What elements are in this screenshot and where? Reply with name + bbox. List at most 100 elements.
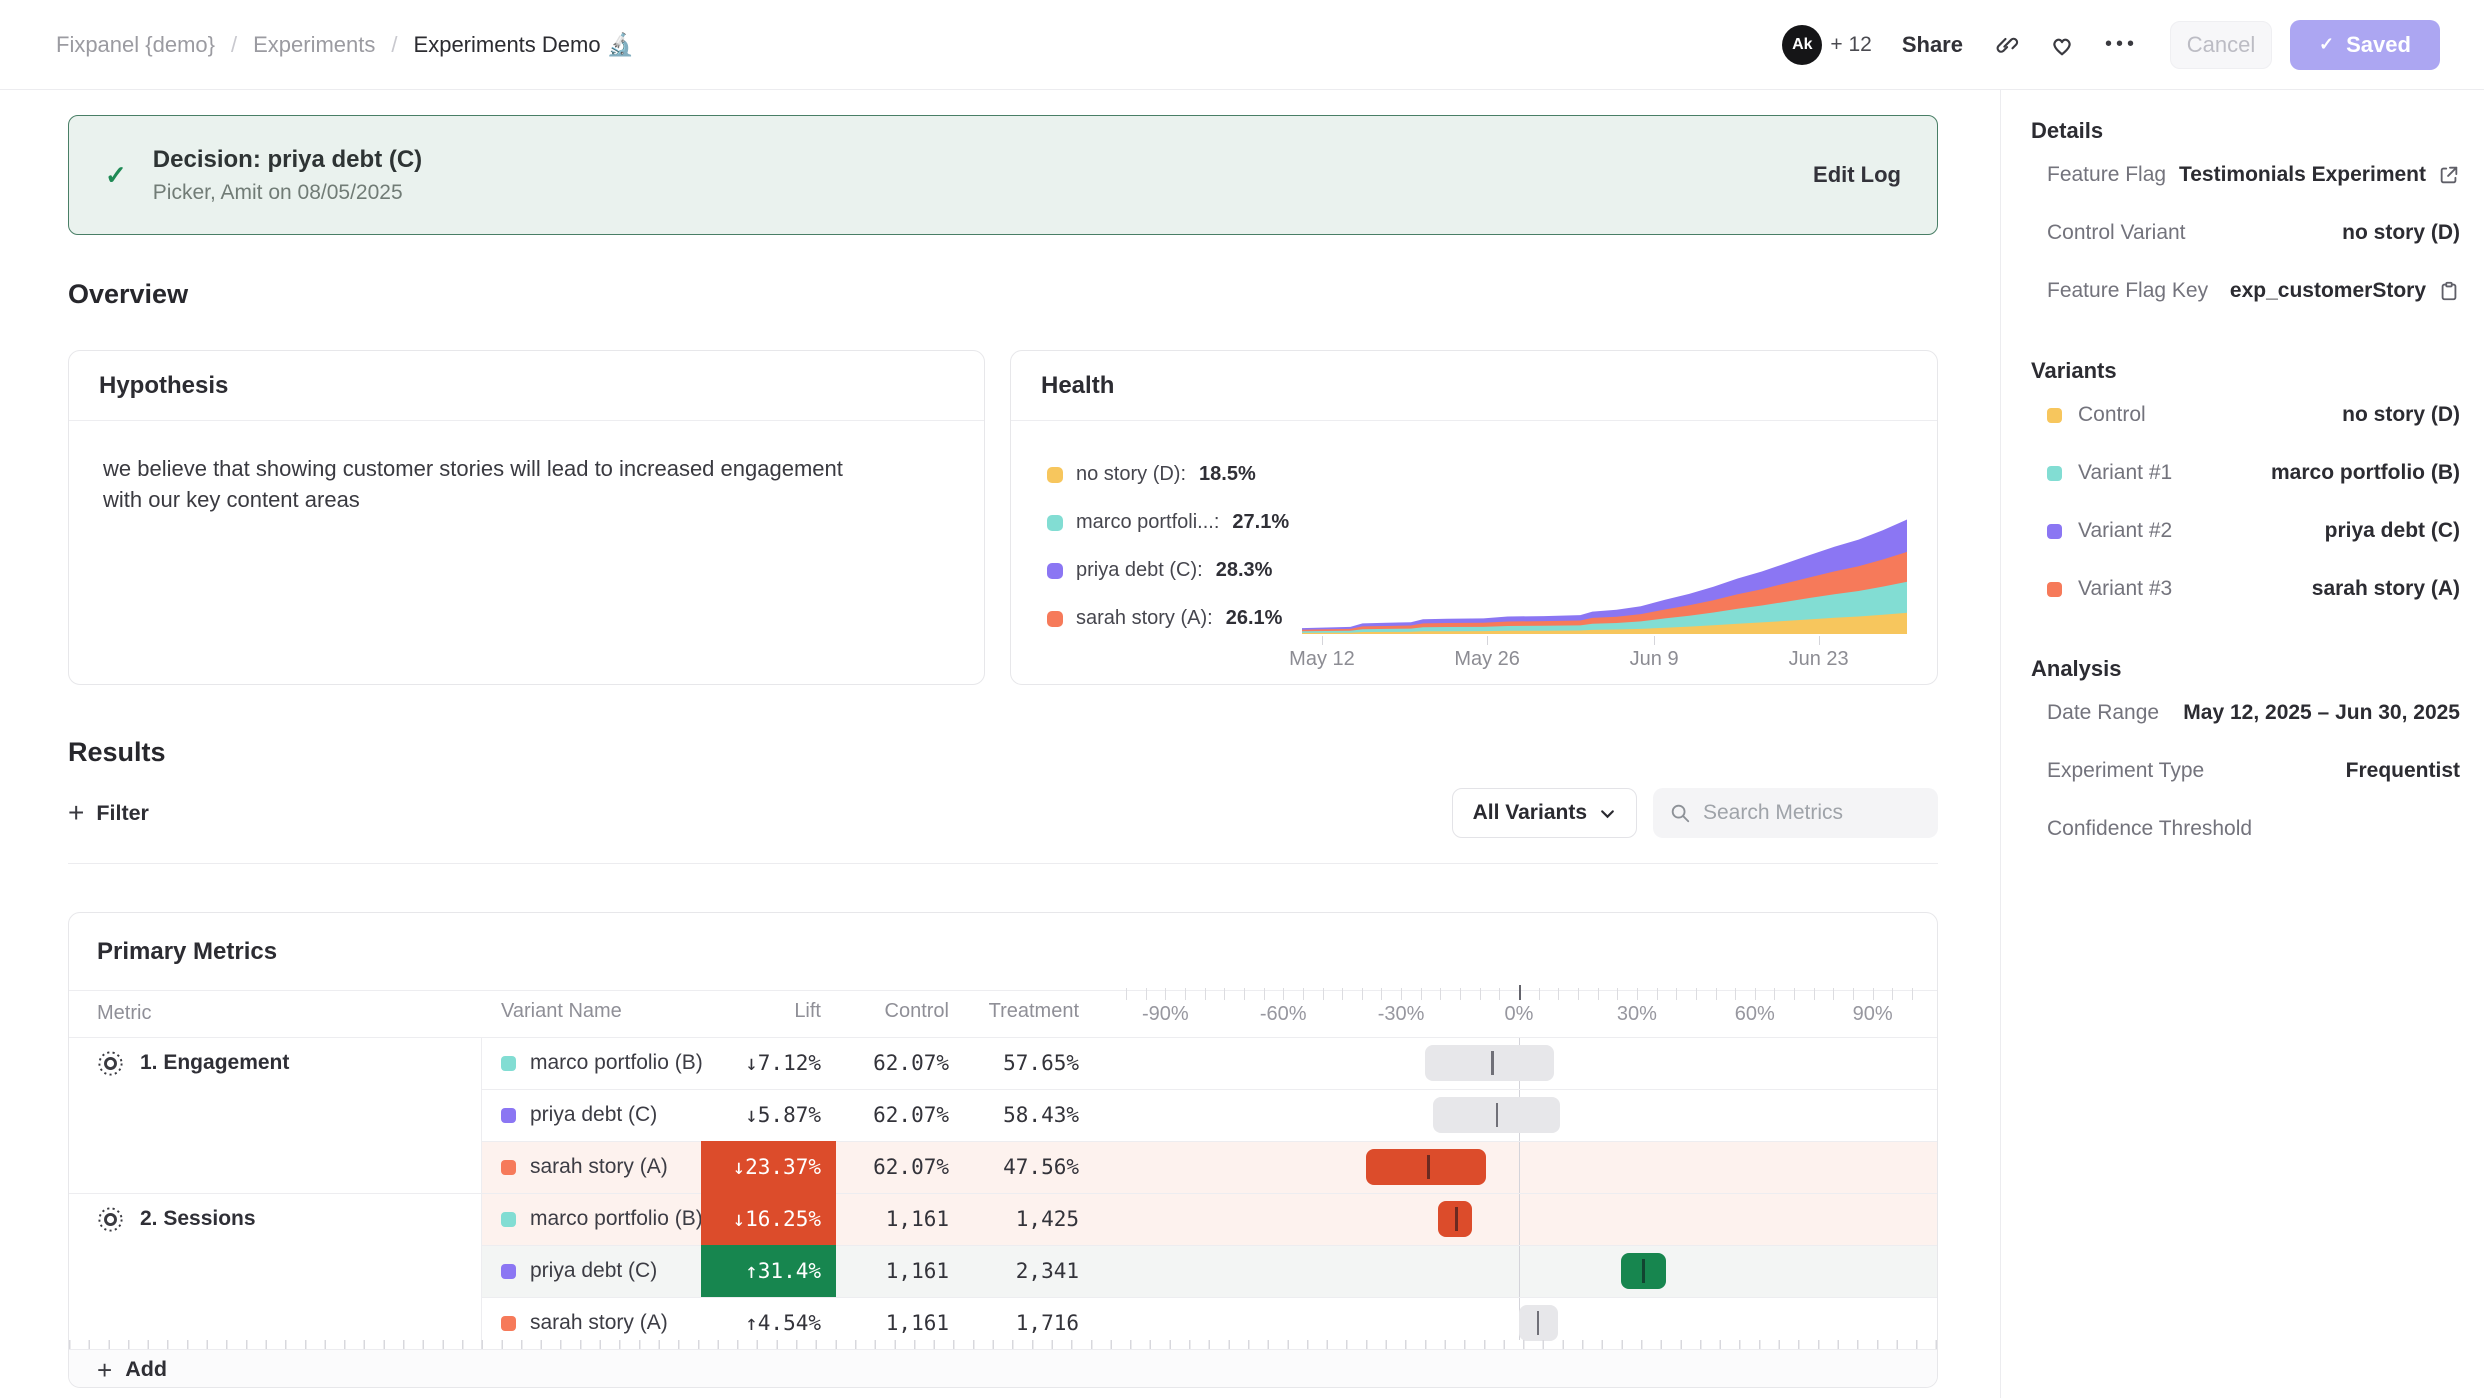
add-metric-button[interactable]: + Add	[69, 1349, 1937, 1388]
legend-label: priya debt (C):	[1076, 559, 1203, 582]
lift-point-marker	[1491, 1051, 1494, 1075]
variant-row-1: Variant #1 marco portfolio (B)	[2031, 444, 2460, 502]
axis-minor-tick	[1912, 988, 1913, 1000]
lift-point-marker	[1496, 1103, 1499, 1127]
control-value: 62.07%	[836, 1089, 963, 1141]
variant-name: sarah story (A)	[530, 1311, 668, 1335]
collaborator-count[interactable]: + 12	[1830, 33, 1871, 57]
axis-minor-tick	[1224, 988, 1225, 1000]
axis-minor-tick	[1480, 988, 1481, 1000]
variant-name: priya debt (C)	[530, 1259, 657, 1283]
table-row[interactable]: priya debt (C) ↓5.87% 62.07% 58.43%	[69, 1089, 1937, 1141]
axis-minor-tick	[1676, 988, 1677, 1000]
variant-filter-value: All Variants	[1473, 801, 1587, 825]
variant-filter-dropdown[interactable]: All Variants	[1452, 788, 1637, 838]
variant-color-swatch	[501, 1212, 516, 1227]
axis-minor-tick	[1657, 988, 1658, 1000]
axis-minor-tick	[1303, 988, 1304, 1000]
variant-color-swatch	[501, 1160, 516, 1175]
legend-item: marco portfoli...: 27.1%	[1047, 511, 1298, 534]
analysis-row-date-range: Date Range May 12, 2025 – Jun 30, 2025	[2031, 684, 2460, 742]
health-x-tick	[1654, 636, 1655, 645]
decision-check-icon: ✓	[105, 160, 127, 191]
analysis-heading: Analysis	[2031, 654, 2460, 684]
breadcrumb-project[interactable]: Fixpanel {demo}	[56, 32, 215, 58]
detail-row-control-variant: Control Variant no story (D)	[2031, 204, 2460, 262]
variant-color-swatch	[2047, 524, 2062, 539]
edit-log-button[interactable]: Edit Log	[1813, 162, 1901, 188]
variant-name: marco portfolio (B)	[530, 1207, 703, 1231]
lift-value: ↓7.12%	[701, 1037, 836, 1089]
more-options-button[interactable]: •••	[2105, 33, 2138, 56]
axis-minor-tick	[1774, 988, 1775, 1000]
search-metrics-box[interactable]	[1653, 788, 1938, 838]
add-metric-label: Add	[125, 1357, 167, 1382]
copy-icon[interactable]	[2438, 280, 2460, 302]
check-icon: ✓	[2319, 34, 2334, 55]
external-link-icon[interactable]	[2438, 164, 2460, 186]
health-x-tick	[1487, 636, 1488, 645]
hypothesis-card: Hypothesis we believe that showing custo…	[68, 350, 985, 685]
table-row[interactable]: 1. Engagement marco portfolio (B) ↓7.12%…	[69, 1037, 1937, 1089]
breadcrumb: Fixpanel {demo} / Experiments / Experime…	[56, 32, 634, 58]
axis-minor-tick	[1126, 988, 1127, 1000]
breadcrumb-experiments[interactable]: Experiments	[253, 32, 375, 58]
table-row[interactable]: 2. Sessions marco portfolio (B) ↓16.25% …	[69, 1193, 1937, 1245]
top-bar: Fixpanel {demo} / Experiments / Experime…	[0, 0, 2484, 90]
plus-icon: +	[97, 1357, 112, 1383]
axis-minor-tick	[1578, 988, 1579, 1000]
variant-color-swatch	[1047, 563, 1063, 579]
filter-label: Filter	[96, 801, 149, 826]
avatar[interactable]: Ak	[1782, 25, 1822, 65]
variant-color-swatch	[1047, 611, 1063, 627]
favorite-heart-icon[interactable]	[2049, 32, 2075, 58]
table-row[interactable]: sarah story (A) ↑4.54% 1,161 1,716	[69, 1297, 1937, 1349]
search-metrics-input[interactable]	[1703, 801, 1903, 825]
breadcrumb-current-page: Experiments Demo 🔬	[414, 32, 635, 58]
table-row[interactable]: priya debt (C) ↑31.4% 1,161 2,341	[69, 1245, 1937, 1297]
table-row[interactable]: sarah story (A) ↓23.37% 62.07% 47.56%	[69, 1141, 1937, 1193]
metric-name[interactable]: 2. Sessions	[140, 1207, 256, 1231]
variant-row-control: Control no story (D)	[2031, 386, 2460, 444]
axis-tick-label: 30%	[1617, 1003, 1657, 1026]
axis-minor-tick	[1440, 988, 1441, 1000]
details-sidebar: Details Feature Flag Testimonials Experi…	[2000, 90, 2484, 1398]
saved-button[interactable]: ✓ Saved	[2290, 20, 2440, 70]
axis-minor-tick	[1185, 988, 1186, 1000]
detail-row-feature-flag-key: Feature Flag Key exp_customerStory	[2031, 262, 2460, 320]
cancel-button[interactable]: Cancel	[2170, 21, 2272, 69]
metric-target-icon	[97, 1050, 124, 1077]
health-x-tick	[1819, 636, 1820, 645]
lift-value: ↓5.87%	[701, 1089, 836, 1141]
metric-name[interactable]: 1. Engagement	[140, 1051, 289, 1075]
control-value: 62.07%	[836, 1037, 963, 1089]
axis-minor-tick	[1421, 988, 1422, 1000]
breadcrumb-separator: /	[231, 32, 237, 58]
lift-value: ↓23.37%	[701, 1141, 836, 1193]
primary-metrics-card: Primary Metrics Metric Variant Name Lift…	[68, 912, 1938, 1388]
copy-link-icon[interactable]	[1993, 32, 2019, 58]
variants-section: Variants Control no story (D) Variant #1…	[2031, 356, 2460, 618]
experiment-dashboard-page: { "colors": { "accent_saved": "#aca6f2",…	[0, 0, 2484, 1398]
column-header-treatment: Treatment	[963, 1000, 1093, 1023]
lift-point-marker	[1455, 1207, 1458, 1231]
axis-minor-tick	[1598, 988, 1599, 1000]
lift-value: ↑31.4%	[701, 1245, 836, 1297]
health-x-tick-label: May 12	[1289, 648, 1355, 671]
axis-minor-tick	[1833, 988, 1834, 1000]
confidence-interval-cell	[1121, 1193, 1921, 1245]
axis-minor-tick	[1499, 988, 1500, 1000]
share-button[interactable]: Share	[1902, 32, 1963, 58]
axis-minor-tick	[1892, 988, 1893, 1000]
axis-minor-tick	[1283, 988, 1284, 1000]
axis-minor-tick	[1323, 988, 1324, 1000]
axis-tick-label: 0%	[1505, 1003, 1534, 1026]
axis-minor-tick	[1244, 988, 1245, 1000]
axis-minor-tick	[1165, 988, 1166, 1000]
treatment-value: 47.56%	[963, 1141, 1093, 1193]
axis-minor-tick	[1558, 988, 1559, 1000]
hypothesis-body[interactable]: we believe that showing customer stories…	[69, 421, 909, 547]
add-filter-button[interactable]: + Filter	[68, 799, 149, 827]
confidence-interval-bar	[1425, 1045, 1555, 1081]
variant-color-swatch	[1047, 515, 1063, 531]
